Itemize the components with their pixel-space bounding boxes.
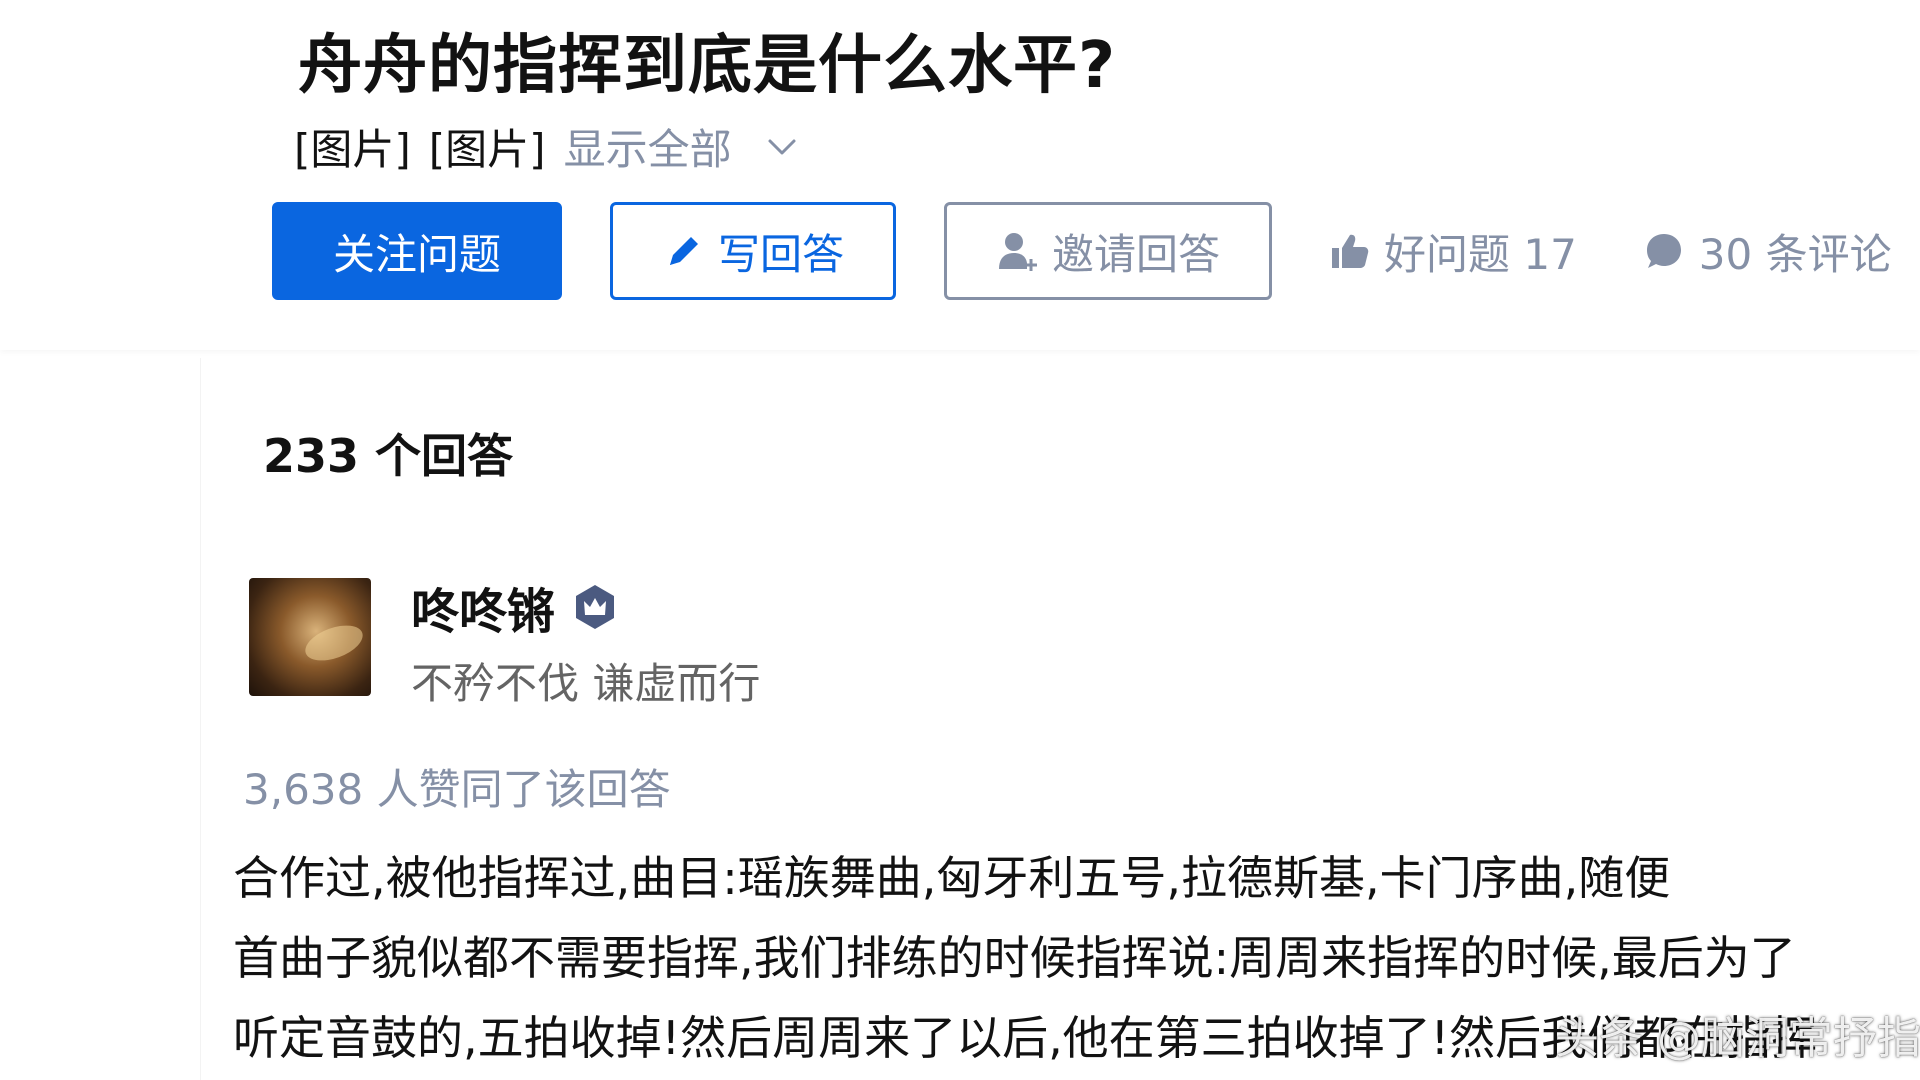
good-question-button[interactable]: 好问题 17 xyxy=(1328,221,1577,282)
image-placeholder-2[interactable]: [图片] xyxy=(429,116,546,177)
question-title: 舟舟的指挥到底是什么水平? xyxy=(298,29,1117,103)
show-all-toggle[interactable]: 显示全部 xyxy=(564,116,802,177)
watermark: 头条 @脑洞常抒指 xyxy=(1555,1013,1920,1064)
image-placeholder-1[interactable]: [图片] xyxy=(294,116,411,177)
invite-user-icon xyxy=(998,233,1037,271)
question-header: 舟舟的指挥到底是什么水平? [图片] [图片] 显示全部 关注问题 写回答 邀请… xyxy=(0,0,1920,350)
author-bio: 不矜不伐 谦虚而行 xyxy=(411,659,761,708)
follow-question-button[interactable]: 关注问题 xyxy=(272,202,562,300)
invite-answer-button[interactable]: 邀请回答 xyxy=(944,202,1272,300)
author-name-row: 咚咚锵 xyxy=(411,572,760,642)
author-info: 咚咚锵 不矜不伐 谦虚而行 xyxy=(411,578,760,711)
answer-line: 合作过,被他指挥过,曲目:瑶族舞曲,匈牙利五号,拉德斯基,卡门序曲,随便 xyxy=(233,851,1671,905)
author-name[interactable]: 咚咚锵 xyxy=(411,572,555,642)
pencil-icon xyxy=(669,237,698,265)
write-answer-label: 写回答 xyxy=(717,229,844,279)
answer-count: 233 个回答 xyxy=(263,429,514,483)
chevron-down-icon xyxy=(768,139,796,154)
comment-bubble-icon xyxy=(1646,234,1681,268)
comments-button[interactable]: 30 条评论 xyxy=(1643,221,1892,282)
answer-author: 咚咚锵 不矜不伐 谦虚而行 xyxy=(249,578,760,711)
follow-question-label: 关注问题 xyxy=(332,229,501,279)
thumbs-up-icon xyxy=(1332,234,1369,268)
invite-answer-label: 邀请回答 xyxy=(1051,229,1220,279)
good-question-label: 好问题 17 xyxy=(1384,229,1577,279)
show-all-label: 显示全部 xyxy=(563,125,732,174)
answers-section: 233 个回答 咚咚锵 不矜不伐 谦虚而行 3,638 人赞同了该回答 合作过,… xyxy=(200,358,1920,1080)
vote-count-text: 3,638 人赞同了该回答 xyxy=(243,765,671,814)
page: 舟舟的指挥到底是什么水平? [图片] [图片] 显示全部 关注问题 写回答 邀请… xyxy=(0,0,1920,1080)
question-description: [图片] [图片] 显示全部 xyxy=(294,116,802,177)
crown-badge-icon xyxy=(576,585,615,629)
answer-line: 首曲子貌似都不需要指挥,我们排练的时候指挥说:周周来指挥的时候,最后为了 xyxy=(233,931,1796,985)
question-actions: 关注问题 写回答 邀请回答 好问题 17 30 条评论 xyxy=(272,202,1892,300)
avatar[interactable] xyxy=(249,578,371,696)
write-answer-button[interactable]: 写回答 xyxy=(610,202,896,300)
comments-label: 30 条评论 xyxy=(1698,229,1892,279)
